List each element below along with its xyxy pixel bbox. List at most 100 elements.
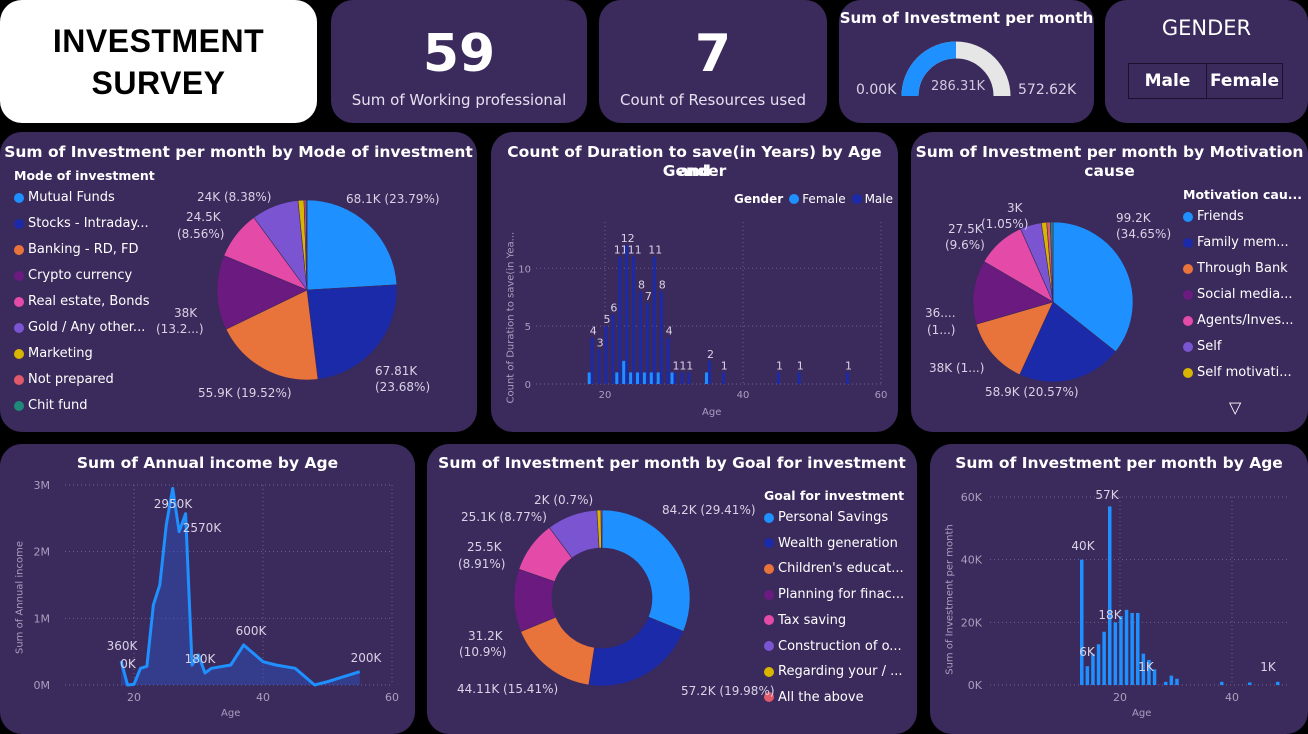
motivation-pie-card: Sum of Investment per month by Motivatio…	[911, 132, 1308, 432]
goal-slice[interactable]	[600, 509, 603, 549]
duration-male-bar[interactable]	[708, 360, 711, 384]
duration-bar-label: 4	[666, 325, 673, 338]
goal-label-children: 44.11K (15.41%)	[457, 682, 559, 696]
duration-female-bar[interactable]	[622, 360, 626, 384]
income-area	[121, 488, 360, 685]
duration-x-tick: 40	[737, 390, 750, 401]
duration-y-tick: 10	[518, 264, 531, 275]
title-line-1: INVESTMENT	[52, 22, 265, 59]
duration-female-bar[interactable]	[615, 372, 619, 384]
duration-female-bar[interactable]	[670, 372, 674, 384]
goal-label-tax-1: 25.5K	[467, 540, 502, 554]
duration-bar-label: 1	[845, 359, 852, 372]
mode-pie-card: Sum of Investment per month by Mode of i…	[0, 132, 477, 432]
age-y-tick: 0K	[968, 679, 983, 692]
duration-bar-label: 11	[628, 244, 642, 257]
mode-label-realestate-1: 24.5K	[186, 210, 221, 224]
age-bar[interactable]	[1248, 682, 1252, 685]
gender-male-button[interactable]: Male	[1128, 63, 1207, 99]
mode-label-crypto-2: (13.2...)	[156, 322, 204, 336]
motivation-label-bank: 38K (1...)	[929, 361, 985, 375]
duration-female-bar[interactable]	[587, 372, 591, 384]
age-bar[interactable]	[1119, 616, 1123, 685]
gender-slicer-card: GENDER Male Female	[1105, 0, 1308, 123]
duration-male-bar[interactable]	[618, 256, 622, 384]
duration-female-bar[interactable]	[642, 372, 646, 384]
kpi-working-value: 59	[422, 24, 496, 84]
age-bar[interactable]	[1102, 631, 1106, 685]
kpi-resources-card: 7 Count of Resources used	[599, 0, 827, 123]
income-y-tick: 0M	[34, 679, 51, 692]
age-bar[interactable]	[1169, 675, 1174, 685]
duration-male-bar[interactable]	[625, 245, 629, 384]
duration-male-bar[interactable]	[687, 372, 691, 384]
goal-slice[interactable]	[601, 509, 691, 632]
duration-male-bar[interactable]	[604, 326, 608, 384]
age-x-tick: 20	[1113, 691, 1127, 704]
age-bar[interactable]	[1124, 609, 1129, 685]
duration-bar-label: 6	[610, 302, 617, 315]
age-x-tick: 40	[1225, 691, 1239, 704]
duration-male-bar[interactable]	[659, 291, 663, 384]
duration-male-bar[interactable]	[639, 291, 642, 384]
duration-female-bar[interactable]	[636, 372, 639, 384]
age-bar[interactable]	[1130, 612, 1134, 685]
income-x-axis-label: Age	[221, 708, 241, 719]
age-bar[interactable]	[1096, 644, 1101, 685]
duration-female-bar[interactable]	[705, 372, 708, 384]
goal-label-planning-1: 31.2K	[468, 629, 503, 643]
motivation-label-friends-1: 99.2K	[1116, 211, 1151, 225]
age-bar[interactable]	[1164, 681, 1168, 685]
gauge-max-label: 572.62K	[1018, 82, 1077, 98]
age-bar-label: 40K	[1071, 539, 1095, 553]
gauge-min-label: 0.00K	[856, 82, 897, 98]
duration-bar-label: 1	[721, 359, 728, 372]
age-bar-label: 6K	[1079, 645, 1096, 659]
mode-label-stocks-2: (23.68%)	[375, 380, 431, 394]
motivation-label-social-2: (1...)	[927, 323, 956, 337]
duration-female-bar[interactable]	[629, 372, 633, 384]
age-bar[interactable]	[1220, 681, 1224, 685]
age-bar[interactable]	[1080, 559, 1084, 685]
mode-label-realestate-2: (8.56%)	[177, 227, 225, 241]
age-bar[interactable]	[1085, 666, 1090, 685]
age-bar[interactable]	[1113, 622, 1118, 685]
gender-slicer-title: GENDER	[1161, 16, 1252, 40]
duration-male-bar[interactable]	[611, 314, 615, 384]
age-chart-card: Sum of Investment per month by Age 0K 20K…	[930, 444, 1308, 734]
gender-female-button[interactable]: Female	[1206, 63, 1283, 99]
duration-male-bar[interactable]	[846, 372, 849, 384]
age-bar-label: 18K	[1098, 608, 1122, 622]
kpi-working-professional-card: 59 Sum of Working professional	[331, 0, 587, 123]
income-y-tick: 3M	[34, 479, 51, 492]
duration-y-tick: 5	[525, 322, 531, 333]
duration-male-bar[interactable]	[666, 337, 670, 384]
duration-male-bar[interactable]	[673, 372, 677, 384]
duration-female-bar[interactable]	[649, 372, 653, 384]
duration-male-bar[interactable]	[797, 372, 801, 384]
age-y-axis-label: Sum of Investment per month	[944, 524, 956, 675]
duration-male-bar[interactable]	[652, 256, 656, 384]
goal-slice[interactable]	[588, 616, 684, 687]
gauge-chart	[901, 41, 1011, 97]
age-bar[interactable]	[1276, 681, 1280, 685]
duration-male-bar[interactable]	[721, 372, 725, 384]
duration-male-bar[interactable]	[777, 372, 780, 384]
duration-female-bar[interactable]	[656, 372, 660, 384]
motivation-label-family: 58.9K (20.57%)	[985, 385, 1079, 399]
age-bar[interactable]	[1175, 678, 1179, 685]
income-y-tick: 2M	[34, 546, 51, 559]
duration-male-bar[interactable]	[590, 337, 594, 384]
duration-male-bar[interactable]	[645, 303, 649, 384]
motivation-label-agents-2: (9.6%)	[945, 238, 985, 252]
age-bar[interactable]	[1108, 506, 1112, 685]
mode-label-crypto-1: 38K	[174, 306, 198, 320]
duration-male-bar[interactable]	[632, 256, 636, 384]
income-point-label: 600K	[236, 624, 268, 638]
income-point-label: 0K	[120, 657, 137, 671]
duration-male-bar[interactable]	[680, 372, 684, 384]
age-bar[interactable]	[1136, 612, 1140, 685]
mode-slice[interactable]	[306, 199, 398, 291]
duration-male-bar[interactable]	[597, 349, 601, 384]
duration-bar-label: 11	[648, 244, 662, 257]
